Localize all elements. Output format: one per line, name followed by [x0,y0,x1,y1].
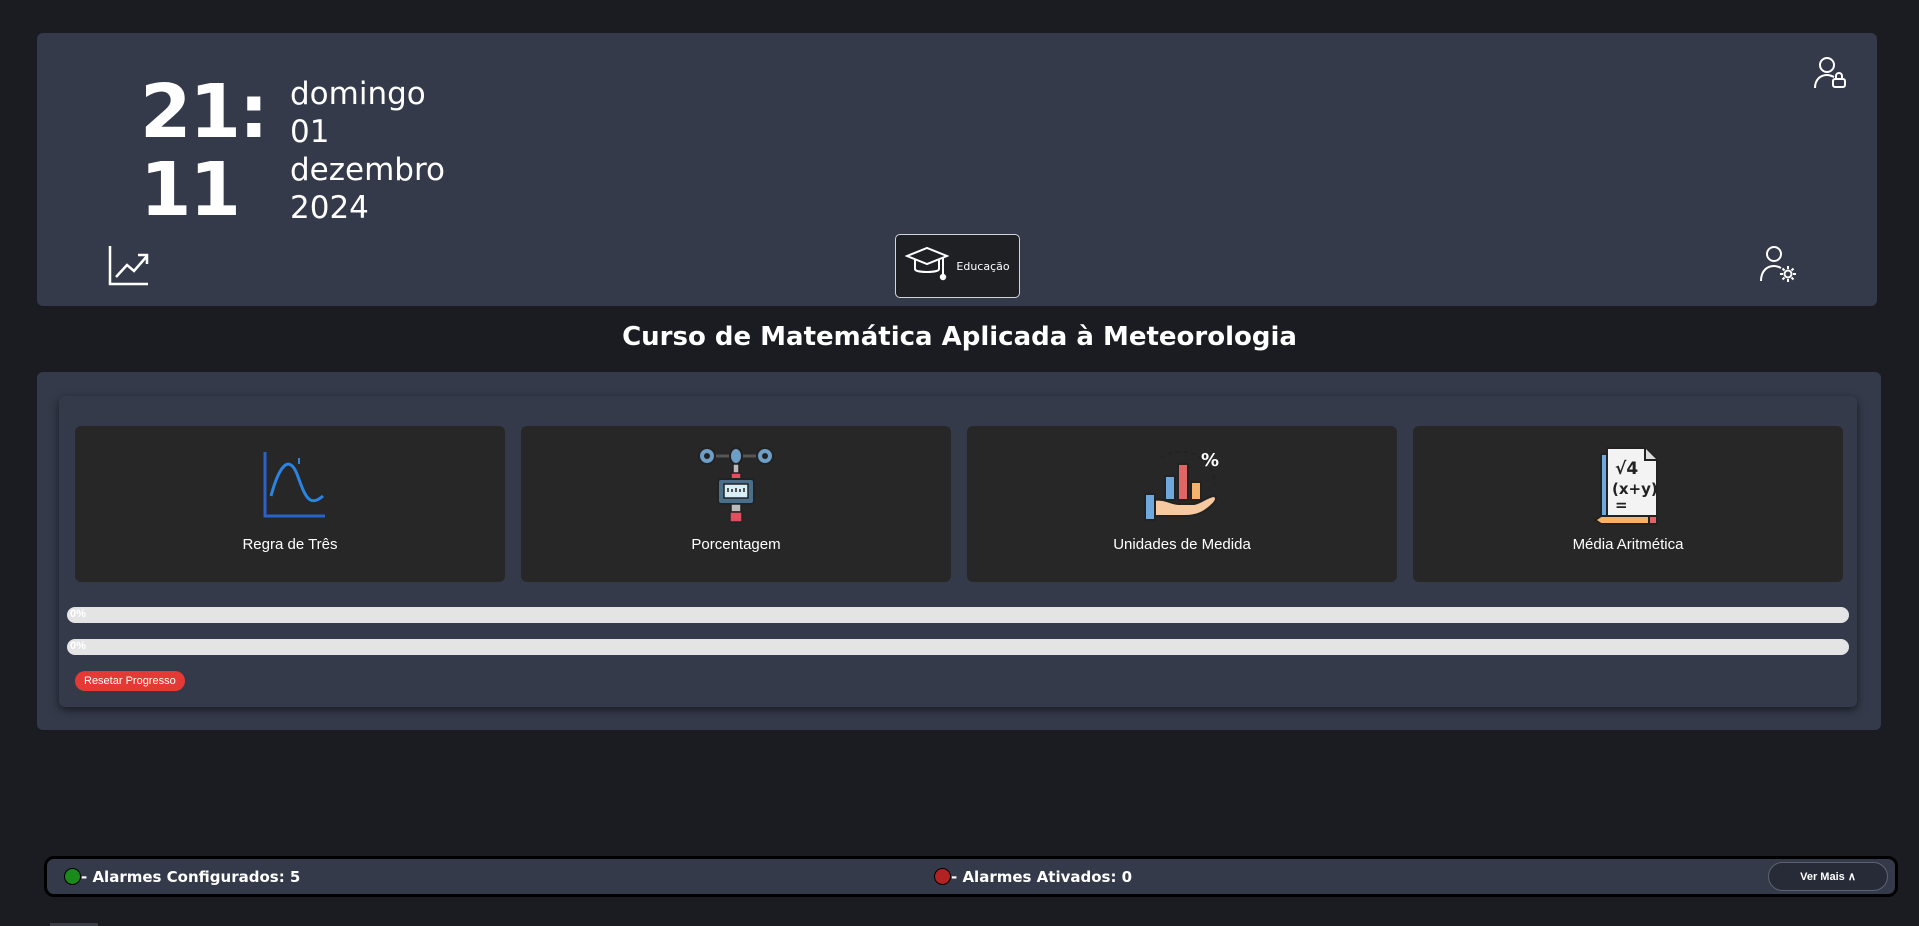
card-label: Média Aritmética [1572,536,1684,553]
anemometer-icon [695,444,777,526]
course-panel: Regra de Três Porcentagem % Unidades de … [37,372,1881,730]
card-label: Porcentagem [691,536,781,553]
user-lock-icon[interactable] [1810,53,1850,93]
card-unidades-de-medida[interactable]: % Unidades de Medida [967,426,1397,582]
sine-wave-graph-icon [249,444,331,526]
graduation-cap-icon [904,245,951,287]
user-settings-icon[interactable] [1756,242,1800,286]
card-media-aritmetica[interactable]: √4 (x+y) = Média Aritmética [1413,426,1843,582]
alarms-active: - Alarmes Ativados: 0 [934,859,1132,894]
alarm-footer: - Alarmes Configurados: 5 - Alarmes Ativ… [44,856,1898,897]
svg-text:=: = [1615,496,1628,514]
weekday: domingo [290,76,426,112]
svg-text:%: % [1201,450,1219,471]
clock-hours: 21: [140,69,269,155]
progress-text: 0% [70,608,86,620]
date-display: domingo 01 dezembro 2024 [290,75,445,227]
hand-bar-chart-percent-icon: % [1141,444,1223,526]
education-label: Educação [956,259,1010,273]
month: dezembro [290,152,445,188]
year: 2024 [290,190,369,226]
day: 01 [290,114,330,150]
status-green-icon [64,868,81,885]
alarms-configured: - Alarmes Configurados: 5 [64,859,300,894]
alarms-active-label: - Alarmes Ativados: 0 [951,867,1133,886]
card-regra-de-tres[interactable]: Regra de Três [75,426,505,582]
svg-text:√4: √4 [1615,459,1638,479]
formula-sheet-icon: √4 (x+y) = [1587,444,1669,526]
clock: 21: 11 [140,69,269,233]
card-label: Unidades de Medida [1113,536,1251,553]
alarms-configured-label: - Alarmes Configurados: 5 [81,867,301,886]
page-title: Curso de Matemática Aplicada à Meteorolo… [622,322,1297,352]
trending-up-icon[interactable] [106,242,152,288]
card-porcentagem[interactable]: Porcentagem [521,426,951,582]
status-red-icon [934,868,951,885]
clock-minutes: 11 [140,147,241,233]
header-panel: 21: 11 domingo 01 dezembro 2024 Educação [37,33,1877,306]
progress-text: 0% [70,640,86,652]
ver-mais-button[interactable]: Ver Mais ∧ [1768,862,1888,891]
card-label: Regra de Três [242,536,338,553]
progress-bar: 0% [67,639,1849,655]
progress-bar: 0% [67,607,1849,623]
reset-progress-button[interactable]: Resetar Progresso [75,671,185,691]
course-content: Regra de Três Porcentagem % Unidades de … [59,396,1857,707]
education-button[interactable]: Educação [895,234,1020,298]
